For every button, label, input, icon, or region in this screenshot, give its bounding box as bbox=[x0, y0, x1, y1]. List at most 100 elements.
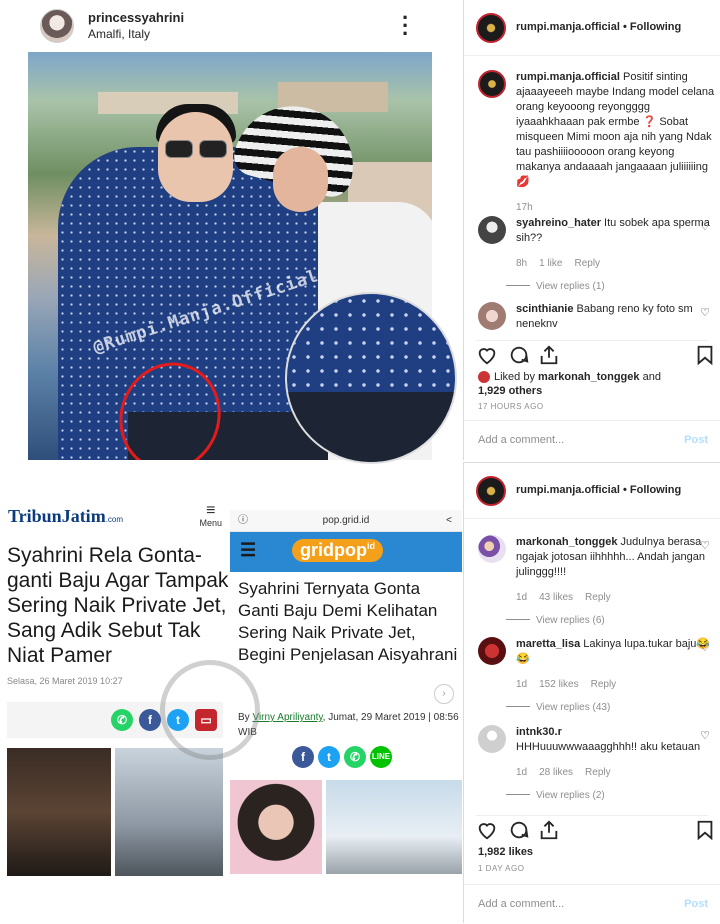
view-replies-button[interactable]: View replies (2) bbox=[506, 788, 716, 803]
share-bar: f t ✆ LINE bbox=[292, 746, 412, 770]
post-comment-button[interactable]: Post bbox=[684, 434, 708, 446]
caption-text: Positif sinting ajaaayeeeh maybe Indang … bbox=[516, 71, 715, 188]
comment-likes[interactable]: 1 like bbox=[539, 258, 562, 269]
article-photos bbox=[230, 780, 462, 874]
comment-icon[interactable] bbox=[508, 344, 530, 366]
liked-by-prefix: Liked by bbox=[494, 371, 535, 383]
article-title: Syahrini Ternyata Gonta Ganti Baju Demi … bbox=[238, 579, 458, 664]
comment-item: maretta_lisa Lakinya lupa.tukar baju😂😂 1… bbox=[478, 637, 716, 715]
liked-by-user[interactable]: markonah_tonggek bbox=[538, 371, 639, 383]
tribun-logo-text: TribunJatim bbox=[8, 506, 106, 526]
view-replies-button[interactable]: View replies (6) bbox=[506, 613, 716, 628]
article-photo[interactable] bbox=[115, 748, 223, 876]
facebook-icon[interactable]: f bbox=[139, 709, 161, 731]
comment-likes[interactable]: 28 likes bbox=[539, 767, 573, 778]
comment-likes[interactable]: 152 likes bbox=[539, 679, 578, 690]
post-time: 1 DAY AGO bbox=[478, 864, 525, 873]
gridpop-logo[interactable]: gridpopid bbox=[292, 539, 383, 562]
commenter-avatar[interactable] bbox=[478, 725, 506, 753]
more-options-icon[interactable]: · · · bbox=[402, 7, 409, 45]
reply-button[interactable]: Reply bbox=[591, 679, 617, 690]
tribun-logo[interactable]: TribunJatim.com bbox=[8, 506, 123, 527]
gridpop-header: ☰ gridpopid bbox=[230, 532, 462, 572]
comment-icon[interactable] bbox=[508, 819, 530, 841]
like-comment-icon[interactable]: ♡ bbox=[700, 306, 710, 321]
commenter-avatar[interactable] bbox=[478, 637, 506, 665]
heart-icon[interactable] bbox=[476, 819, 498, 841]
caption-avatar[interactable] bbox=[478, 70, 506, 98]
facebook-icon[interactable]: f bbox=[292, 746, 314, 768]
caption: rumpi.manja.official Positif sinting aja… bbox=[478, 70, 716, 215]
comment-time: 1d bbox=[516, 679, 528, 690]
like-comment-icon[interactable]: ♡ bbox=[700, 729, 710, 744]
heart-icon[interactable] bbox=[476, 344, 498, 366]
commenter-name[interactable]: syahreino_hater bbox=[516, 217, 601, 229]
tribun-logo-suffix: .com bbox=[105, 515, 124, 524]
following-button[interactable]: Following bbox=[630, 484, 681, 496]
twitter-icon[interactable]: t bbox=[318, 746, 340, 768]
liked-by-others[interactable]: 1,929 others bbox=[478, 385, 542, 397]
account-avatar[interactable] bbox=[476, 476, 506, 506]
likes-total[interactable]: 1,982 likes bbox=[478, 845, 533, 859]
line-icon[interactable]: LINE bbox=[370, 746, 392, 768]
comment-item: intnk30.r HHHuuuwwwaaagghhh!! aku ketauan… bbox=[478, 725, 716, 803]
commenter-avatar[interactable] bbox=[478, 216, 506, 244]
commenter-name[interactable]: maretta_lisa bbox=[516, 638, 580, 650]
account-avatar[interactable] bbox=[476, 13, 506, 43]
like-comment-icon[interactable]: ♡ bbox=[700, 539, 710, 554]
share-icon[interactable] bbox=[538, 819, 560, 841]
article-photo[interactable] bbox=[7, 748, 111, 876]
share-icon[interactable] bbox=[538, 344, 560, 366]
liked-by-and: and bbox=[642, 371, 661, 383]
next-arrow-icon[interactable]: › bbox=[434, 684, 454, 704]
account-name[interactable]: rumpi.manja.official bbox=[516, 484, 620, 496]
article-byline: By Virny Apriliyanty, Jumat, 29 Maret 20… bbox=[238, 710, 460, 740]
add-comment-input[interactable]: Add a comment... bbox=[478, 898, 564, 910]
share-url-icon[interactable]: < bbox=[446, 510, 452, 532]
post-username[interactable]: princessyahrini bbox=[88, 10, 184, 25]
action-bar bbox=[476, 340, 713, 366]
menu-button[interactable]: ≡ Menu bbox=[199, 503, 222, 529]
view-replies-button[interactable]: View replies (1) bbox=[506, 279, 716, 294]
info-icon[interactable]: ⓘ bbox=[238, 510, 248, 532]
add-comment-input[interactable]: Add a comment... bbox=[478, 434, 564, 446]
commenter-name[interactable]: scinthianie bbox=[516, 303, 573, 315]
commenter-avatar[interactable] bbox=[478, 535, 506, 563]
reply-button[interactable]: Reply bbox=[585, 767, 611, 778]
post-location[interactable]: Amalfi, Italy bbox=[88, 27, 150, 41]
comment-item: syahreino_hater Itu sobek apa sperma sih… bbox=[478, 216, 716, 294]
reply-button[interactable]: Reply bbox=[574, 258, 600, 269]
liker-avatar bbox=[478, 371, 490, 384]
liked-by: Liked by markonah_tonggek and 1,929 othe… bbox=[478, 370, 661, 398]
hamburger-icon[interactable]: ☰ bbox=[240, 540, 256, 561]
reply-button[interactable]: Reply bbox=[585, 592, 611, 603]
view-replies-button[interactable]: View replies (43) bbox=[506, 700, 716, 715]
like-comment-icon[interactable]: ♡ bbox=[700, 220, 710, 235]
gridpop-logo-suffix: id bbox=[366, 541, 375, 551]
like-comment-icon[interactable]: ♡ bbox=[700, 641, 710, 656]
caption-user[interactable]: rumpi.manja.official bbox=[516, 71, 620, 83]
comment-item: markonah_tonggek Judulnya berasa ngajak … bbox=[478, 535, 716, 628]
article-photo[interactable] bbox=[326, 780, 462, 874]
commenter-avatar[interactable] bbox=[478, 302, 506, 330]
commenter-name[interactable]: markonah_tonggek bbox=[516, 536, 617, 548]
commenter-name[interactable]: intnk30.r bbox=[516, 726, 562, 738]
user-avatar[interactable] bbox=[40, 9, 74, 43]
whatsapp-icon[interactable]: ✆ bbox=[344, 746, 366, 768]
post-header: princessyahrini Amalfi, Italy · · · bbox=[38, 6, 438, 46]
article-photo[interactable] bbox=[230, 780, 322, 874]
whatsapp-icon[interactable]: ✆ bbox=[111, 709, 133, 731]
menu-label: Menu bbox=[199, 518, 222, 528]
account-name[interactable]: rumpi.manja.official bbox=[516, 21, 620, 33]
bookmark-icon[interactable] bbox=[694, 344, 716, 366]
bookmark-icon[interactable] bbox=[694, 819, 716, 841]
caption-time: 17h bbox=[516, 202, 533, 213]
comments-panel-1: rumpi.manja.official • Following rumpi.m… bbox=[463, 0, 720, 460]
author-link[interactable]: Virny Apriliyanty bbox=[252, 712, 322, 723]
post-comment-button[interactable]: Post bbox=[684, 898, 708, 910]
following-button[interactable]: Following bbox=[630, 21, 681, 33]
comment-likes[interactable]: 43 likes bbox=[539, 592, 573, 603]
address-bar[interactable]: ⓘ pop.grid.id < bbox=[230, 510, 462, 532]
add-comment-bar: Add a comment... Post bbox=[464, 420, 720, 460]
post-time: 17 HOURS AGO bbox=[478, 402, 544, 411]
